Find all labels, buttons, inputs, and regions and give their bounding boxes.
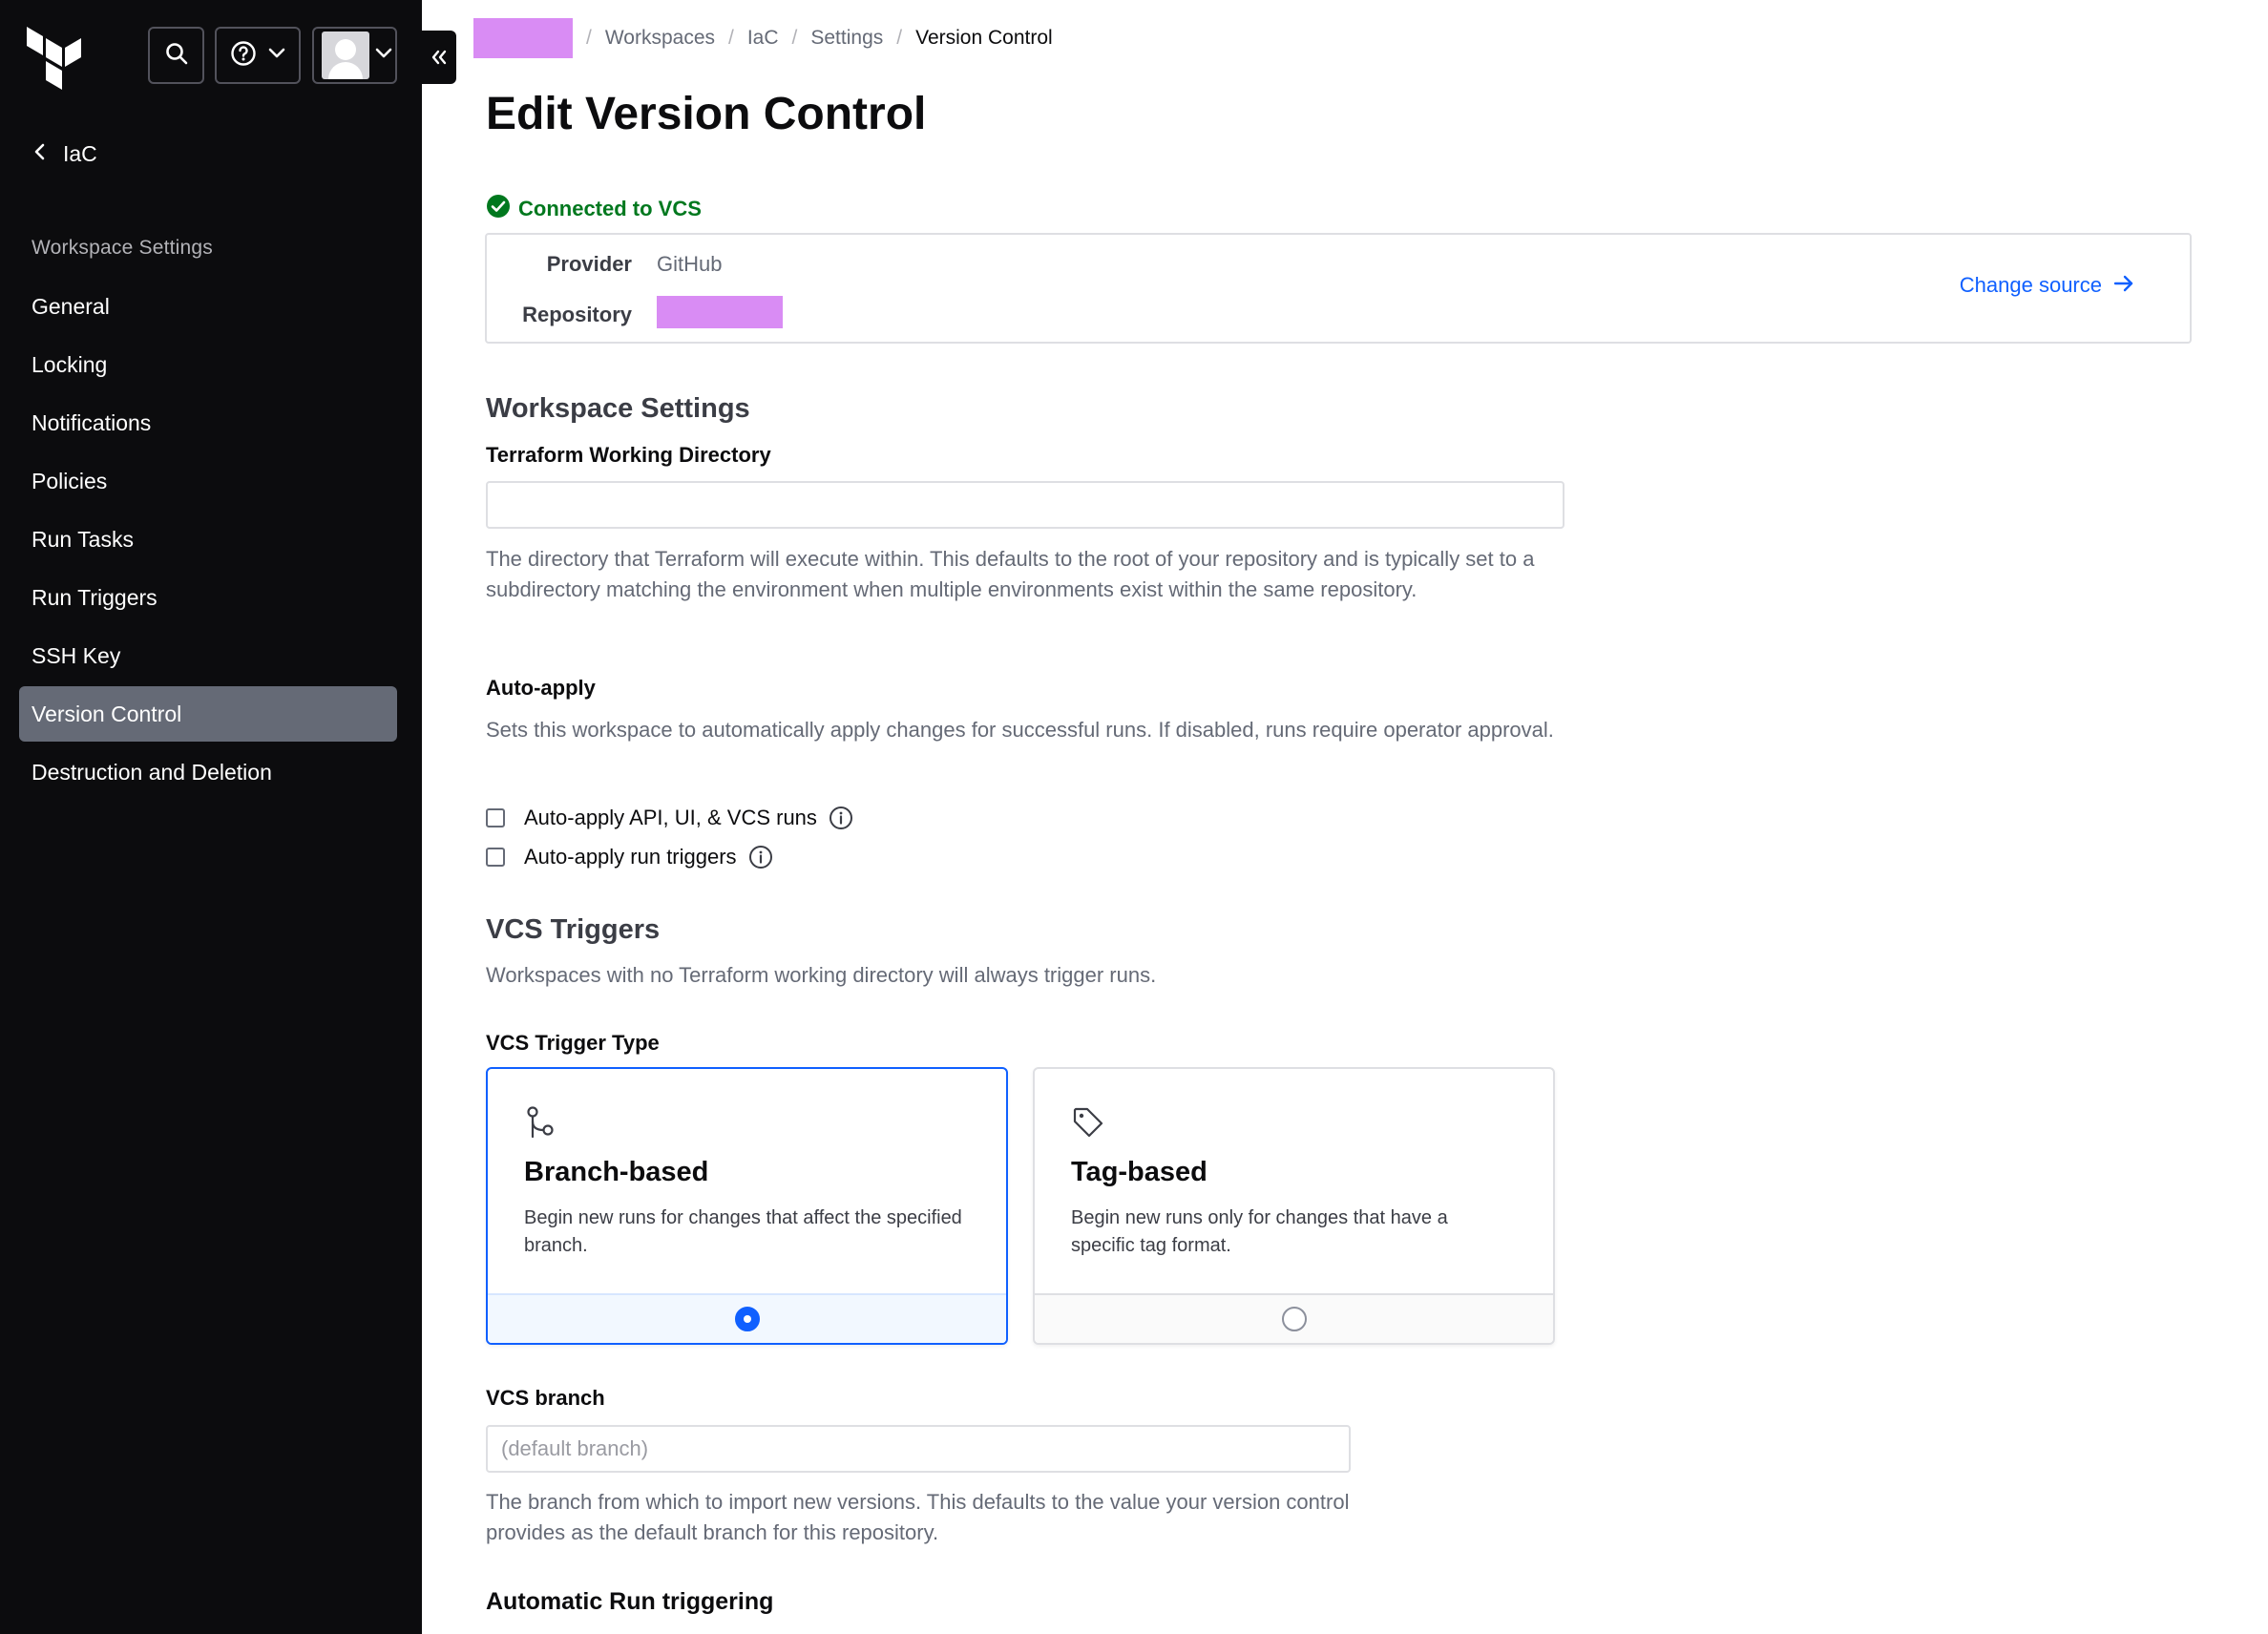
arrow-right-icon [2113, 273, 2134, 298]
provider-label: Provider [546, 252, 632, 276]
info-icon[interactable] [829, 806, 853, 830]
auto-apply-label: Auto-apply [486, 676, 596, 700]
git-branch-icon [524, 1105, 556, 1144]
tag-based-description: Begin new runs only for changes that hav… [1071, 1207, 1448, 1256]
branch-based-option[interactable]: Branch-based Begin new runs for changes … [486, 1067, 1008, 1345]
breadcrumb-separator: / [728, 27, 734, 49]
workspace-settings-title: Workspace Settings [486, 393, 750, 424]
search-button[interactable] [148, 27, 204, 84]
sidebar-item-general[interactable]: General [19, 279, 397, 334]
check-circle-icon [486, 194, 511, 224]
automatic-run-triggering-title: Automatic Run triggering [486, 1588, 774, 1615]
auto-apply-triggers-option[interactable]: Auto-apply run triggers [486, 845, 773, 869]
vcs-branch-label: VCS branch [486, 1386, 605, 1410]
sidebar-item-locking[interactable]: Locking [19, 337, 397, 392]
breadcrumb-workspace[interactable]: IaC [747, 27, 779, 50]
breadcrumb-separator: / [586, 27, 592, 49]
sidebar-item-destruction-and-deletion[interactable]: Destruction and Deletion [19, 744, 397, 800]
tag-based-footer [1035, 1293, 1553, 1343]
search-icon [164, 41, 189, 71]
breadcrumb-workspaces[interactable]: Workspaces [605, 27, 715, 50]
auto-apply-api-label: Auto-apply API, UI, & VCS runs [524, 806, 817, 829]
tag-based-radio[interactable] [1281, 1307, 1307, 1331]
user-menu-button[interactable] [312, 27, 397, 84]
repository-value-redacted [657, 296, 783, 328]
terraform-logo-icon[interactable] [27, 27, 84, 90]
change-source-label: Change source [1959, 273, 2102, 297]
info-icon[interactable] [748, 845, 773, 869]
provider-value: GitHub [657, 252, 723, 276]
sidebar-item-run-tasks[interactable]: Run Tasks [19, 512, 397, 567]
vcs-branch-help: The branch from which to import new vers… [486, 1490, 1350, 1544]
back-link-label: IaC [63, 141, 97, 166]
auto-apply-triggers-checkbox[interactable] [486, 848, 505, 867]
branch-based-radio[interactable] [734, 1307, 760, 1331]
branch-based-description: Begin new runs for changes that affect t… [524, 1207, 962, 1256]
sidebar-item-notifications[interactable]: Notifications [19, 395, 397, 450]
vcs-triggers-title: VCS Triggers [486, 914, 661, 945]
auto-apply-help: Sets this workspace to automatically app… [486, 718, 1554, 742]
change-source-link[interactable]: Change source [1960, 273, 2134, 298]
vcs-connection-card: Provider GitHub Repository Change source [485, 233, 2192, 344]
back-link[interactable]: IaC [32, 141, 97, 167]
vcs-triggers-help: Workspaces with no Terraform working dir… [486, 963, 1157, 987]
help-menu-button[interactable] [215, 27, 301, 84]
tag-icon [1071, 1105, 1105, 1144]
tag-based-option[interactable]: Tag-based Begin new runs only for change… [1033, 1067, 1555, 1345]
chevron-left-icon [32, 141, 46, 167]
sidebar-nav: General Locking Notifications Policies R… [19, 279, 397, 803]
tag-based-title: Tag-based [1071, 1157, 1208, 1187]
vcs-trigger-type-label: VCS Trigger Type [486, 1031, 660, 1055]
provider-row: Provider GitHub [487, 252, 723, 277]
breadcrumb-organization-redacted[interactable] [473, 18, 573, 58]
working-directory-help: The directory that Terraform will execut… [486, 547, 1535, 601]
branch-based-title: Branch-based [524, 1157, 709, 1187]
page-title: Edit Version Control [486, 89, 927, 139]
breadcrumb-separator: / [791, 27, 798, 49]
chevron-down-icon [375, 47, 392, 64]
breadcrumb-separator: / [896, 27, 903, 49]
sidebar: IaC Workspace Settings General Locking N… [0, 0, 456, 1634]
working-directory-label: Terraform Working Directory [486, 443, 771, 467]
main-content: / Workspaces / IaC / Settings / Version … [422, 0, 2268, 1634]
help-icon [230, 40, 257, 72]
sidebar-item-version-control[interactable]: Version Control [19, 686, 397, 742]
sidebar-item-run-triggers[interactable]: Run Triggers [19, 570, 397, 625]
avatar [321, 31, 369, 79]
repository-label: Repository [522, 303, 632, 326]
sidebar-item-policies[interactable]: Policies [19, 453, 397, 509]
breadcrumb: / Workspaces / IaC / Settings / Version … [473, 17, 1053, 59]
vcs-status-label: Connected to VCS [518, 197, 702, 220]
auto-apply-api-checkbox[interactable] [486, 808, 505, 827]
auto-apply-api-option[interactable]: Auto-apply API, UI, & VCS runs [486, 806, 853, 830]
vcs-status: Connected to VCS [486, 194, 702, 224]
chevron-down-icon [268, 47, 285, 64]
working-directory-input[interactable] [486, 481, 1564, 529]
sidebar-heading: Workspace Settings [32, 237, 213, 259]
auto-apply-triggers-label: Auto-apply run triggers [524, 845, 737, 869]
branch-based-footer [488, 1293, 1006, 1343]
breadcrumb-current: Version Control [915, 27, 1053, 49]
breadcrumb-settings[interactable]: Settings [810, 27, 883, 50]
repository-row: Repository [487, 296, 783, 334]
vcs-branch-input[interactable] [486, 1425, 1351, 1473]
sidebar-item-ssh-key[interactable]: SSH Key [19, 628, 397, 683]
